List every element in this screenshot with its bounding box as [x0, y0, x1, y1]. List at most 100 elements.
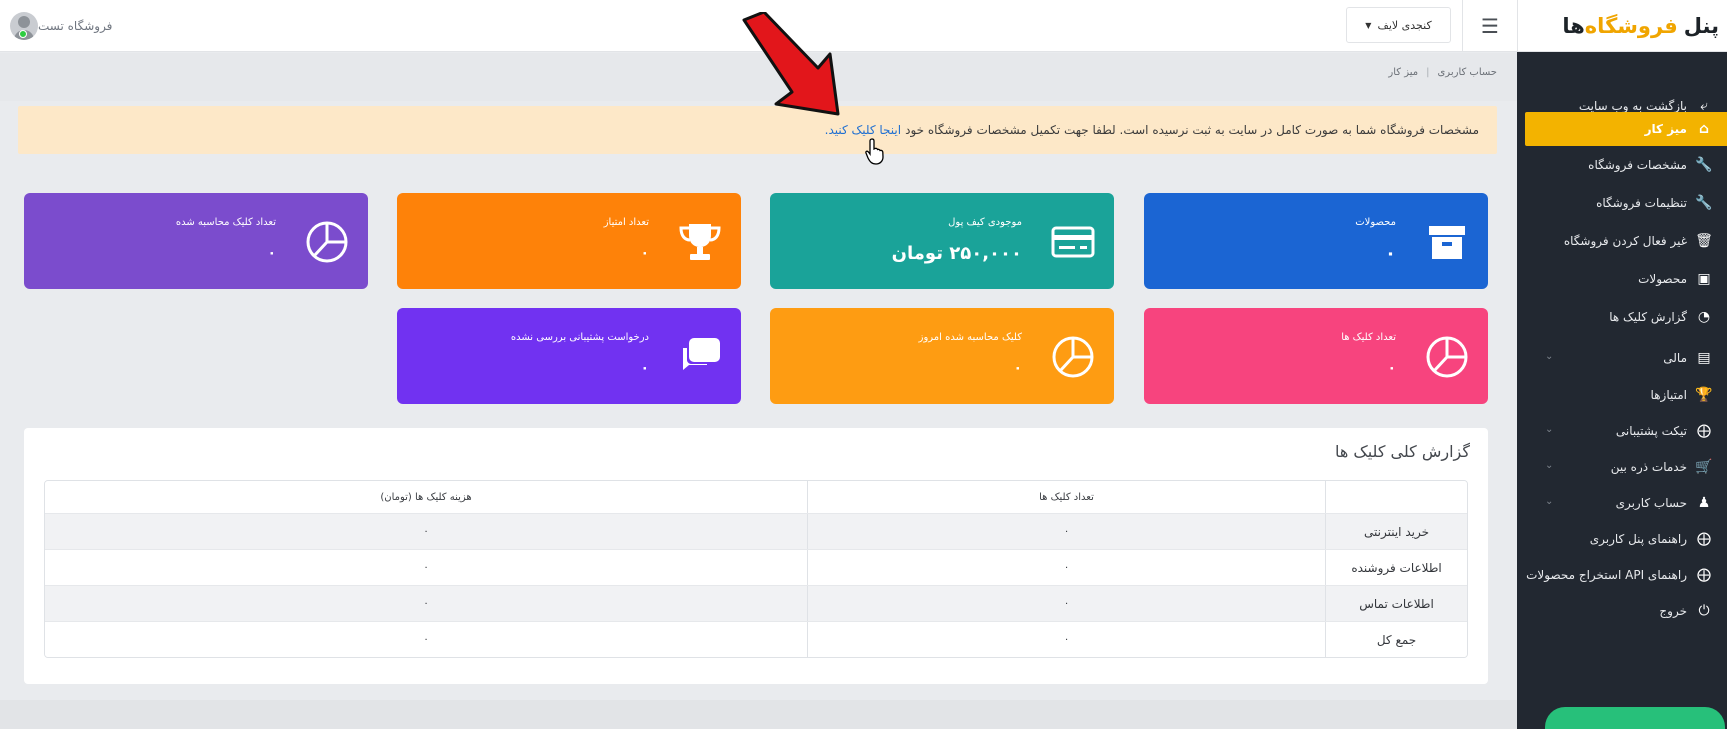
sidebar-item-api-guide[interactable]: ⨁ راهنمای API استخراج محصولات — [1517, 558, 1727, 592]
brand-logo[interactable]: پنل فروشگاه ها — [1562, 0, 1719, 52]
footer-strip — [0, 700, 1517, 729]
shop-select-value: کنجدی لایف — [1377, 18, 1432, 32]
row-cost: ۰ — [423, 562, 429, 573]
card-products[interactable]: محصولات ۰ — [1144, 193, 1488, 289]
sidebar-item-label: گزارش کلیک ها — [1609, 310, 1687, 324]
card-clicks[interactable]: تعداد کلیک ها ۰ — [1144, 308, 1488, 404]
sidebar: ⤶ بازگشت به وب سایت ⌂ میز کار 🔧 مشخصات ف… — [1517, 52, 1727, 729]
card-value: ۰ — [267, 245, 276, 261]
lifebuoy-icon: ⨁ — [1697, 567, 1711, 583]
breadcrumb-item-account[interactable]: حساب کاربری — [1437, 67, 1497, 78]
chevron-down-icon: ⌄ — [1545, 496, 1554, 507]
home-icon: ⌂ — [1698, 121, 1710, 137]
sidebar-item-click-report[interactable]: ◔ گزارش کلیک ها — [1517, 300, 1727, 334]
sidebar-item-label: میز کار — [1644, 122, 1687, 136]
user-icon: ♟ — [1697, 495, 1711, 511]
card-value: ۰ — [1013, 360, 1022, 376]
sidebar-item-label: محصولات — [1638, 272, 1687, 286]
sidebar-item-shop-settings[interactable]: 🔧 تنظیمات فروشگاه — [1517, 186, 1727, 220]
chat-launcher-button[interactable] — [1545, 707, 1725, 729]
row-clicks: ۰ — [807, 550, 1325, 585]
card-label: کلیک محاسبه شده امروز — [918, 332, 1022, 343]
archive-icon — [1429, 226, 1465, 259]
chevron-down-icon: ⌄ — [1545, 424, 1554, 435]
card-support[interactable]: درخواست پشتیبانی بررسی نشده ۰ — [397, 308, 741, 404]
sidebar-item-label: تیکت پشتیبانی — [1615, 424, 1687, 438]
card-label: تعداد امتیاز — [603, 217, 649, 228]
credit-card-icon — [1051, 226, 1095, 258]
lifebuoy-icon: ⨁ — [1697, 423, 1711, 439]
alert-link[interactable]: اینجا کلیک کنید. — [825, 123, 901, 137]
chevron-down-icon: ⌄ — [1545, 351, 1554, 362]
row-cost: ۰ — [423, 634, 429, 645]
sidebar-item-deactivate-shop[interactable]: 🗑 غیر فعال کردن فروشگاه — [1517, 224, 1727, 258]
user-name: فروشگاه تست — [38, 19, 113, 33]
power-icon: ⏻ — [1698, 603, 1710, 619]
pie-chart-icon: ◔ — [1697, 309, 1711, 325]
sidebar-item-label: خروج — [1659, 604, 1687, 618]
sidebar-item-shop-profile[interactable]: 🔧 مشخصات فروشگاه — [1517, 148, 1727, 182]
card-value: ۲۵۰,۰۰۰ تومان — [891, 243, 1022, 264]
sidebar-item-label: خدمات ذره بین — [1610, 460, 1687, 474]
sidebar-item-points[interactable]: 🏆 امتیازها — [1517, 378, 1727, 412]
table-row: اطلاعات تماس ۰ ۰ — [45, 585, 1467, 621]
brand-word-panel: پنل — [1683, 14, 1719, 38]
sidebar-item-label: غیر فعال کردن فروشگاه — [1563, 234, 1687, 248]
card-value: ۰ — [1385, 243, 1396, 264]
sidebar-item-support-ticket[interactable]: ⨁ تیکت پشتیبانی ⌄ — [1517, 414, 1727, 448]
hand-pointer-icon — [865, 138, 884, 165]
report-title: گزارش کلی کلیک ها — [1334, 442, 1470, 461]
card-label: موجودی کیف پول — [948, 217, 1022, 228]
sidebar-item-products[interactable]: ▣ محصولات — [1517, 262, 1727, 296]
sidebar-item-label: بازگشت به وب سایت — [1578, 99, 1687, 113]
row-clicks: ۰ — [807, 586, 1325, 621]
pie-chart-icon — [306, 221, 348, 263]
sidebar-item-finance[interactable]: ▤ مالی ⌄ — [1517, 341, 1727, 375]
user-menu[interactable]: فروشگاه تست — [10, 0, 122, 52]
sidebar-item-label: راهنمای پنل کاربری — [1589, 532, 1687, 546]
wrench-icon: 🔧 — [1695, 157, 1713, 173]
card-value: ۰ — [1387, 360, 1396, 376]
card-label: درخواست پشتیبانی بررسی نشده — [510, 332, 649, 343]
table-row: جمع کل ۰ ۰ — [45, 621, 1467, 657]
sidebar-item-logout[interactable]: ⏻ خروج — [1517, 594, 1727, 628]
brand-word-shop: فروشگاه — [1584, 14, 1678, 38]
online-status-icon — [19, 30, 27, 38]
wrench-icon: 🔧 — [1695, 195, 1713, 211]
pie-chart-icon — [1052, 336, 1094, 378]
card-label: محصولات — [1355, 217, 1396, 228]
row-clicks: ۰ — [807, 514, 1325, 549]
archive-icon: ▣ — [1697, 271, 1711, 287]
card-today-clicks[interactable]: کلیک محاسبه شده امروز ۰ — [770, 308, 1114, 404]
sidebar-item-label: تنظیمات فروشگاه — [1596, 196, 1687, 210]
cart-icon: 🛒 — [1695, 459, 1713, 475]
sidebar-item-label: راهنمای API استخراج محصولات — [1526, 568, 1687, 582]
annotation-arrow-icon — [742, 12, 840, 116]
card-points[interactable]: تعداد امتیاز ۰ — [397, 193, 741, 289]
row-label: جمع کل — [1325, 622, 1467, 657]
row-cost: ۰ — [423, 598, 429, 609]
trash-icon: 🗑 — [1695, 233, 1713, 249]
sidebar-item-panel-guide[interactable]: ⨁ راهنمای پنل کاربری — [1517, 522, 1727, 556]
credit-card-icon: ▤ — [1697, 350, 1711, 366]
table-header-cell: هزینه کلیک ها (تومان) — [380, 491, 472, 503]
alert-text: مشخصات فروشگاه شما به صورت کامل در سایت … — [905, 123, 1479, 137]
breadcrumb: حساب کاربری | میز کار — [1388, 67, 1497, 78]
sidebar-item-zarebin-services[interactable]: 🛒 خدمات ذره بین ⌄ — [1517, 450, 1727, 484]
trophy-icon — [679, 224, 721, 260]
brand-word-suffix: ها — [1562, 14, 1585, 38]
sidebar-item-user-account[interactable]: ♟ حساب کاربری ⌄ — [1517, 486, 1727, 520]
row-label: خرید اینترنتی — [1325, 514, 1467, 549]
table-header-cell: تعداد کلیک ها — [807, 481, 1325, 513]
card-value: ۰ — [640, 245, 649, 261]
caret-down-icon: ▼ — [1365, 20, 1372, 30]
shop-select[interactable]: کنجدی لایف ▼ — [1346, 7, 1451, 43]
card-label: تعداد کلیک ها — [1341, 332, 1396, 343]
card-wallet[interactable]: موجودی کیف پول ۲۵۰,۰۰۰ تومان — [770, 193, 1114, 289]
sidebar-item-dashboard[interactable]: ⌂ میز کار — [1525, 112, 1727, 146]
table-row: اطلاعات فروشنده ۰ ۰ — [45, 549, 1467, 585]
card-value: ۰ — [640, 360, 649, 376]
click-report-table: تعداد کلیک ها هزینه کلیک ها (تومان) خرید… — [44, 480, 1468, 658]
menu-toggle-button[interactable]: ☰ — [1462, 0, 1518, 52]
card-calculated-clicks[interactable]: تعداد کلیک محاسبه شده ۰ — [24, 193, 368, 289]
